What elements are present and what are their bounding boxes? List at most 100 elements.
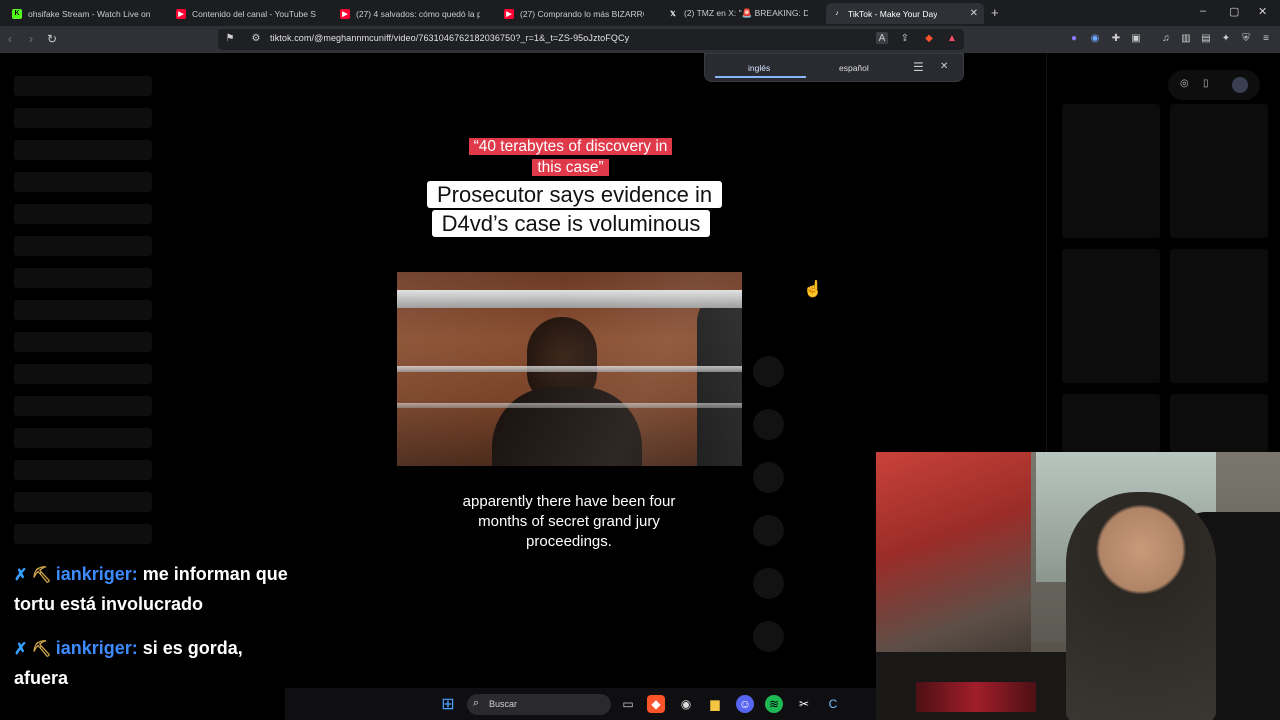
skeleton-item <box>14 236 152 256</box>
skeleton-item <box>14 172 152 192</box>
action-button-placeholder[interactable] <box>753 568 784 599</box>
audio-extension-icon[interactable]: ◉ <box>1089 32 1101 44</box>
skeleton-item <box>14 524 152 544</box>
translate-icon[interactable]: A <box>876 32 888 44</box>
action-button-placeholder[interactable] <box>753 462 784 493</box>
rgb-keyboard <box>916 682 1036 712</box>
file-explorer-icon[interactable]: ▆ <box>706 695 724 713</box>
phone-icon[interactable]: ▯ <box>1203 78 1209 89</box>
tiktok-icon: ♪ <box>835 10 839 17</box>
close-tab-icon[interactable]: ✕ <box>970 8 978 19</box>
courtroom-video-frame[interactable] <box>397 272 742 466</box>
sword-badge-icon: ✗ <box>14 641 28 658</box>
close-icon[interactable]: ✕ <box>940 61 948 72</box>
column-divider <box>1046 53 1047 453</box>
action-button-placeholder[interactable] <box>753 621 784 652</box>
obs-icon[interactable]: ◉ <box>677 695 695 713</box>
music-icon[interactable]: ♫ <box>1160 32 1172 44</box>
sidebar-icon[interactable]: ▥ <box>1180 32 1192 44</box>
reload-icon[interactable]: ↻ <box>47 32 57 46</box>
menu-icon[interactable]: ☰ <box>913 60 924 74</box>
x-icon: 𝕏 <box>670 10 676 18</box>
tab-youtube-video-2[interactable]: ▶ (27) Comprando lo más BIZARRO de <box>498 3 650 24</box>
video-caption: apparently there have been four months o… <box>462 493 676 550</box>
video-thumbnail[interactable] <box>1170 104 1268 238</box>
share-icon[interactable]: ⇪ <box>899 32 911 44</box>
video-thumbnail[interactable] <box>1062 249 1160 383</box>
extension-icon[interactable]: ● <box>1068 32 1080 44</box>
capcut-icon[interactable]: ✂ <box>795 695 813 713</box>
leo-ai-icon[interactable]: ✦ <box>1220 32 1232 44</box>
wallet-icon[interactable]: ▤ <box>1200 32 1212 44</box>
youtube-icon: ▶ <box>176 8 186 19</box>
youtube-icon: ▶ <box>504 8 514 19</box>
headline-text: Prosecutor says evidence in D4vd’s case … <box>427 181 723 237</box>
skeleton-item <box>14 140 152 160</box>
action-button-placeholder[interactable] <box>753 356 784 387</box>
chat-username: iankriger: <box>55 564 138 584</box>
quote-text: “40 terabytes of discovery in this case” <box>468 138 673 176</box>
skeleton-item <box>14 428 152 448</box>
video-thumbnail[interactable] <box>1170 394 1268 452</box>
tab-kick-stream[interactable]: K ohsifake Stream - Watch Live on <box>6 3 158 24</box>
active-tab-indicator <box>715 76 806 78</box>
vpn-icon[interactable]: ⛨ <box>1240 32 1252 44</box>
skeleton-item <box>14 268 152 288</box>
maximize-button[interactable]: ▢ <box>1229 5 1239 18</box>
screenshot-icon[interactable]: ▣ <box>1130 32 1142 44</box>
translate-popup: inglés español ☰ ✕ <box>704 53 964 82</box>
search-placeholder: Buscar <box>489 699 518 709</box>
brave-shield-icon[interactable]: ◆ <box>923 32 935 44</box>
avatar[interactable] <box>1232 77 1248 93</box>
translate-source-tab[interactable]: inglés <box>748 63 770 73</box>
headline-label: Prosecutor says evidence in D4vd’s case … <box>427 180 723 238</box>
chat-message: ✗ ⛏ iankriger: si es gorda, afuera <box>14 634 294 693</box>
skeleton-item <box>14 396 152 416</box>
streamer <box>1066 492 1216 720</box>
back-icon[interactable]: ‹ <box>8 32 12 46</box>
tab-title: (27) 4 salvados: cómo quedó la placa <box>356 8 480 19</box>
new-tab-button[interactable]: + <box>991 5 999 20</box>
pickaxe-badge-icon: ⛏ <box>31 567 52 584</box>
video-thumbnail[interactable] <box>1170 249 1268 383</box>
windows-start-icon[interactable]: ⊞ <box>439 695 457 713</box>
skeleton-item <box>14 204 152 224</box>
skeleton-item <box>14 332 152 352</box>
spotify-icon[interactable]: ≋ <box>765 695 783 713</box>
close-window-button[interactable]: ✕ <box>1258 5 1267 18</box>
puzzle-icon[interactable]: ✚ <box>1110 32 1122 44</box>
tab-youtube-video-1[interactable]: ▶ (27) 4 salvados: cómo quedó la placa <box>334 3 486 24</box>
action-button-placeholder[interactable] <box>753 409 784 440</box>
search-icon: ⌕ <box>473 697 480 709</box>
skeleton-item <box>14 460 152 480</box>
url-text[interactable]: tiktok.com/@meghannmcuniff/video/7631046… <box>270 33 629 43</box>
brave-rewards-icon[interactable]: ▲ <box>946 32 958 44</box>
youtube-icon: ▶ <box>340 8 350 19</box>
menu-icon[interactable]: ≡ <box>1260 32 1272 44</box>
tab-tiktok[interactable]: ♪ TikTok - Make Your Day ✕ <box>826 3 984 24</box>
tab-x-tmz[interactable]: 𝕏 (2) TMZ en X: "🚨 BREAKING: D4vd <box>662 3 814 24</box>
task-view-icon[interactable]: ▭ <box>619 695 637 713</box>
action-button-placeholder[interactable] <box>753 515 784 546</box>
forward-icon[interactable]: › <box>29 32 33 46</box>
site-info-icon[interactable]: ⚙ <box>250 32 262 44</box>
minimize-button[interactable]: – <box>1200 5 1206 17</box>
tab-title: Contenido del canal - YouTube Studio <box>192 8 316 19</box>
wall-poster <box>876 452 1031 667</box>
glass-reflection <box>397 272 742 466</box>
quote-label: “40 terabytes of discovery in this case” <box>461 136 680 178</box>
app-c-icon[interactable]: C <box>824 695 842 713</box>
skeleton-item <box>14 76 152 96</box>
discord-icon[interactable]: ☺ <box>736 695 754 713</box>
skeleton-item <box>14 300 152 320</box>
brave-icon[interactable]: ◆ <box>647 695 665 713</box>
translate-target-tab[interactable]: español <box>839 63 869 73</box>
screen: K ohsifake Stream - Watch Live on ▶ Cont… <box>0 0 1280 720</box>
chat-message: ✗ ⛏ iankriger: me informan que tortu está … <box>14 560 294 619</box>
compass-icon[interactable]: ◎ <box>1180 78 1189 89</box>
tab-youtube-studio[interactable]: ▶ Contenido del canal - YouTube Studio <box>170 3 322 24</box>
tab-title: (2) TMZ en X: "🚨 BREAKING: D4vd <box>684 8 808 18</box>
video-thumbnail[interactable] <box>1062 394 1160 452</box>
bookmark-icon[interactable]: ⚑ <box>224 32 236 44</box>
video-thumbnail[interactable] <box>1062 104 1160 238</box>
